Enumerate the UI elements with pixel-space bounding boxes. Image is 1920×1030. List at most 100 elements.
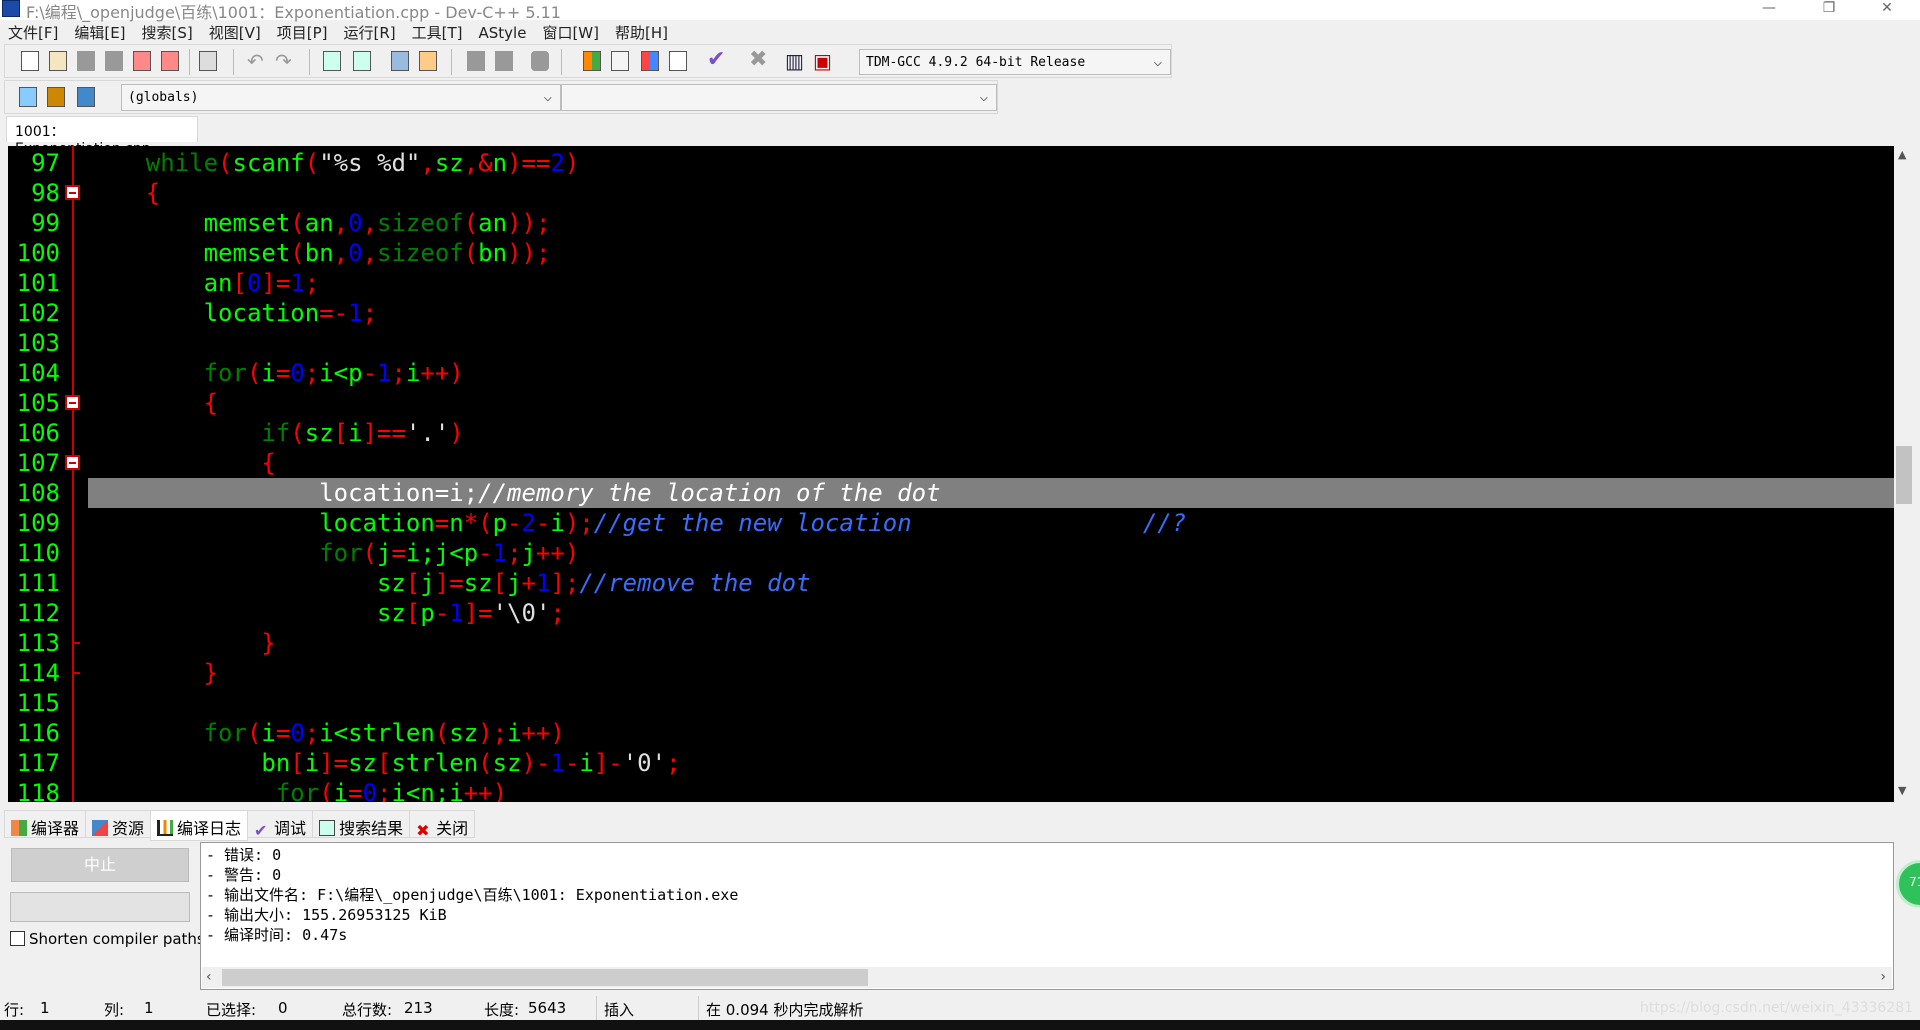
run-icon[interactable] bbox=[611, 51, 629, 71]
code-line[interactable]: while(scanf("%s %d",sz,&n)==2) bbox=[88, 148, 1894, 178]
code-line[interactable]: { bbox=[88, 388, 1894, 418]
scroll-right-icon[interactable]: › bbox=[1880, 969, 1886, 985]
menu-edit[interactable]: 编辑[E] bbox=[66, 20, 133, 45]
indent-icon[interactable] bbox=[467, 51, 485, 71]
tab-search-results[interactable]: 搜索结果 bbox=[312, 810, 411, 838]
scroll-down-icon[interactable]: ▼ bbox=[1898, 784, 1906, 797]
line-number: 106 bbox=[16, 419, 60, 447]
checkbox-box[interactable] bbox=[10, 931, 25, 946]
code-line[interactable]: for(i=0;i<p-1;i++) bbox=[88, 358, 1894, 388]
unindent-icon[interactable] bbox=[495, 51, 513, 71]
file-tab[interactable]: 1001：Exponentiation.cpp bbox=[6, 116, 198, 157]
scope-select[interactable]: (globals) ⌵ bbox=[121, 84, 561, 111]
profile-icon[interactable]: ▥ bbox=[785, 49, 804, 73]
save-icon[interactable] bbox=[77, 51, 95, 71]
menu-search[interactable]: 搜索[S] bbox=[134, 20, 201, 45]
fold-collapse-icon[interactable] bbox=[65, 395, 80, 410]
code-token: ( bbox=[463, 209, 479, 237]
menu-tools[interactable]: 工具[T] bbox=[404, 20, 471, 45]
toolbar-separator bbox=[233, 49, 234, 75]
redo-icon[interactable]: ↷ bbox=[275, 49, 292, 73]
menu-run[interactable]: 运行[R] bbox=[335, 20, 403, 45]
menu-window[interactable]: 窗口[W] bbox=[534, 20, 607, 45]
close-file-icon[interactable] bbox=[133, 51, 151, 71]
goto-bookmark-icon[interactable] bbox=[419, 51, 437, 71]
replace-icon[interactable] bbox=[353, 51, 371, 71]
tab-close[interactable]: ✖ 关闭 bbox=[409, 810, 476, 840]
code-line[interactable]: bn[i]=sz[strlen(sz)-1-i]-'0'; bbox=[88, 748, 1894, 778]
menu-project[interactable]: 项目[P] bbox=[269, 20, 336, 45]
compiler-select[interactable]: TDM-GCC 4.9.2 64-bit Release ⌵ bbox=[859, 49, 1171, 75]
code-line[interactable]: location=-1; bbox=[88, 298, 1894, 328]
code-token: ; bbox=[507, 539, 522, 567]
code-line[interactable]: { bbox=[88, 448, 1894, 478]
open-file-icon[interactable] bbox=[49, 51, 67, 71]
code-line[interactable]: memset(bn,0,sizeof(bn)); bbox=[88, 238, 1894, 268]
code-line[interactable]: sz[j]=sz[j+1];//remove the dot bbox=[88, 568, 1894, 598]
goto-line-icon[interactable] bbox=[391, 51, 409, 71]
abort-button[interactable]: 中止 bbox=[11, 848, 189, 882]
scroll-left-icon[interactable]: ‹ bbox=[206, 969, 212, 985]
fold-collapse-icon[interactable] bbox=[65, 455, 80, 470]
maximize-button[interactable]: ❐ bbox=[1806, 0, 1852, 20]
code-line[interactable]: for(i=0;i<strlen(sz);i++) bbox=[88, 718, 1894, 748]
rebuild-all-icon[interactable] bbox=[669, 51, 687, 71]
total-lines-label: 总行数: bbox=[342, 1001, 393, 1019]
code-token: while bbox=[145, 149, 219, 177]
tab-resources[interactable]: 资源 bbox=[85, 810, 152, 838]
code-token: 0 bbox=[290, 359, 305, 387]
shorten-paths-checkbox[interactable]: Shorten compiler paths bbox=[10, 930, 205, 948]
code-line[interactable] bbox=[88, 688, 1894, 718]
save-all-icon[interactable] bbox=[105, 51, 123, 71]
close-window-button[interactable]: ✕ bbox=[1864, 0, 1910, 20]
member-select[interactable]: ⌵ bbox=[561, 84, 997, 111]
code-editor[interactable]: 97 while(scanf("%s %d",sz,&n)==2) 98 {99 … bbox=[8, 146, 1894, 802]
editor-scroll-thumb[interactable] bbox=[1896, 446, 1912, 504]
undo-icon[interactable]: ↶ bbox=[247, 49, 264, 73]
code-line[interactable]: for(j=i;j<p-1;j++) bbox=[88, 538, 1894, 568]
close-all-icon[interactable] bbox=[161, 51, 179, 71]
syntax-check-icon[interactable]: ✔ bbox=[707, 47, 725, 72]
code-line[interactable]: } bbox=[88, 628, 1894, 658]
menu-help[interactable]: 帮助[H] bbox=[607, 20, 676, 45]
log-scroll-thumb[interactable] bbox=[222, 969, 868, 986]
code-token: i<p bbox=[319, 359, 363, 387]
code-line[interactable]: } bbox=[88, 658, 1894, 688]
menu-view[interactable]: 视图[V] bbox=[201, 20, 269, 45]
code-line[interactable] bbox=[88, 328, 1894, 358]
code-line[interactable]: if(sz[i]=='.') bbox=[88, 418, 1894, 448]
toggle-comment-icon[interactable] bbox=[531, 51, 549, 71]
menu-file[interactable]: 文件[F] bbox=[0, 20, 66, 45]
code-line[interactable]: sz[p-1]='\0'; bbox=[88, 598, 1894, 628]
code-token: ( bbox=[246, 359, 262, 387]
find-icon[interactable] bbox=[323, 51, 341, 71]
stop-execution-icon[interactable]: ✖ bbox=[749, 47, 767, 72]
menu-astyle[interactable]: AStyle bbox=[471, 22, 535, 44]
code-line[interactable]: for(i=0;i<n;i++) bbox=[88, 778, 1894, 802]
compile-icon[interactable] bbox=[583, 51, 601, 71]
tab-label: 调试 bbox=[274, 819, 307, 838]
bookmark-icon[interactable] bbox=[77, 87, 95, 107]
minimize-button[interactable]: — bbox=[1746, 0, 1792, 20]
tab-compiler[interactable]: 编译器 bbox=[4, 810, 87, 838]
compile-run-icon[interactable] bbox=[641, 51, 659, 71]
code-line[interactable]: an[0]=1; bbox=[88, 268, 1894, 298]
add-item-icon[interactable] bbox=[47, 87, 65, 107]
code-line[interactable]: memset(an,0,sizeof(an)); bbox=[88, 208, 1894, 238]
code-token: ) bbox=[564, 149, 580, 177]
col-label: 列: bbox=[104, 1001, 125, 1019]
code-line[interactable]: { bbox=[88, 178, 1894, 208]
code-token: 1 bbox=[377, 359, 392, 387]
insert-icon[interactable] bbox=[19, 87, 37, 107]
new-file-icon[interactable] bbox=[21, 51, 39, 71]
delete-profile-icon[interactable]: ▣ bbox=[813, 49, 832, 73]
fold-collapse-icon[interactable] bbox=[65, 185, 80, 200]
tab-debug[interactable]: ✔ 调试 bbox=[247, 810, 314, 840]
tab-compile-log[interactable]: 编译日志 bbox=[150, 810, 249, 841]
code-line[interactable]: location=i;//memory the location of the … bbox=[88, 478, 1894, 508]
print-icon[interactable] bbox=[199, 51, 217, 71]
scroll-up-icon[interactable]: ▲ bbox=[1898, 148, 1906, 161]
code-line[interactable]: location=n*(p-2-i);//get the new locatio… bbox=[88, 508, 1894, 538]
